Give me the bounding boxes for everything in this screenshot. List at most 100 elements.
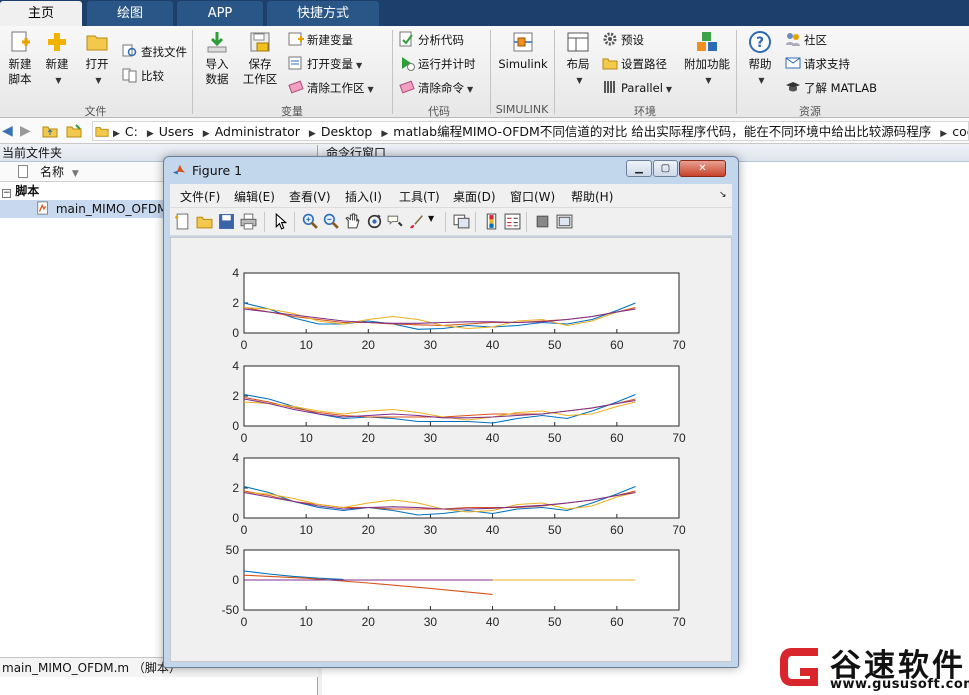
set-path-button[interactable]: 设置路径 — [602, 54, 667, 74]
menu-help[interactable]: 帮助(H) — [571, 188, 613, 205]
y-tick-label: 0 — [232, 326, 239, 340]
watermark-url: www.gususoft.com — [830, 677, 969, 692]
path-breadcrumb[interactable]: ▶ C: ▶ Users ▶ Administrator ▶ Desktop ▶ matl… — [92, 121, 969, 141]
layout-button[interactable]: 布局 ▼ — [558, 30, 598, 88]
breadcrumb-drive[interactable]: C: — [125, 124, 138, 139]
dock-arrow-icon[interactable]: ↘ — [719, 190, 727, 200]
print-icon[interactable] — [240, 213, 257, 230]
x-tick-label: 30 — [424, 431, 438, 445]
x-tick-label: 70 — [672, 431, 686, 445]
import-data-icon — [207, 32, 227, 53]
parallel-button[interactable]: Parallel ▼ — [602, 78, 672, 98]
clear-commands-button[interactable]: 清除命令 ▼ — [399, 78, 473, 98]
breadcrumb-code[interactable]: code — [952, 124, 968, 139]
zoom-out-icon[interactable] — [323, 213, 340, 230]
save-workspace-button[interactable]: 保存 工作区 — [240, 30, 280, 87]
link-plot-icon[interactable] — [453, 213, 470, 230]
new-figure-icon[interactable] — [174, 213, 191, 230]
breadcrumb-users[interactable]: Users — [159, 124, 194, 139]
analyze-code-button[interactable]: 分析代码 — [399, 30, 464, 50]
new-button[interactable]: 新建 ▼ — [37, 30, 77, 88]
browse-folder-icon[interactable] — [66, 123, 82, 139]
breadcrumb-project-folder[interactable]: matlab编程MIMO-OFDM不同信道的对比 给出实际程序代码，能在不同环境… — [393, 124, 931, 139]
y-tick-label: 2 — [232, 389, 239, 403]
tab-home[interactable]: 主页 — [0, 1, 82, 26]
maximize-button[interactable]: ▢ — [653, 160, 678, 177]
toolbar-divider — [294, 212, 295, 232]
pointer-icon[interactable] — [272, 213, 289, 230]
menu-window[interactable]: 窗口(W) — [510, 188, 555, 205]
learn-matlab-button[interactable]: 了解 MATLAB — [785, 78, 877, 98]
watermark: 谷速软件 www.gususoft.com — [772, 640, 969, 695]
maximize-icon: ▢ — [660, 163, 671, 174]
figure-title-bar[interactable]: Figure 1 ▁ ▢ ✕ — [164, 157, 738, 184]
preferences-button[interactable]: 预设 — [602, 30, 644, 50]
new-variable-button[interactable]: 新建变量 — [288, 30, 353, 50]
legend-icon[interactable] — [504, 213, 521, 230]
menu-file[interactable]: 文件(F) — [180, 188, 220, 205]
addons-button[interactable]: 附加功能 ▼ — [683, 30, 731, 88]
clear-workspace-button[interactable]: 清除工作区 ▼ — [288, 78, 374, 98]
compare-button[interactable]: 比较 — [122, 66, 164, 86]
y-tick-label: 4 — [232, 266, 239, 280]
data-cursor-icon[interactable] — [387, 213, 404, 230]
back-arrow-icon[interactable]: ◀ — [2, 123, 18, 139]
run-and-time-button[interactable]: 运行并计时 — [399, 54, 476, 74]
help-button[interactable]: ? 帮助 ▼ — [740, 30, 780, 88]
up-folder-icon[interactable] — [42, 123, 58, 139]
toolbar-divider — [445, 212, 446, 232]
new-script-label-1: 新建 — [8, 57, 32, 71]
x-tick-label: 40 — [486, 615, 500, 629]
rotate-icon[interactable] — [366, 213, 383, 230]
menu-view[interactable]: 查看(V) — [289, 188, 331, 205]
support-icon — [785, 57, 801, 69]
figure-canvas: 0 10 20 30 40 50 60 70 0 2 4 0 10 20 30 40 50 60 70 0 2 4 0 10 2… — [170, 237, 732, 662]
tab-plots[interactable]: 绘图 — [87, 1, 173, 26]
minimize-icon: ▁ — [635, 163, 643, 174]
find-files-button[interactable]: 查找文件 — [122, 42, 187, 62]
find-files-icon — [122, 44, 137, 57]
breadcrumb-separator: ▶ — [381, 129, 389, 139]
brush-dropdown-icon[interactable]: ▼ — [428, 214, 434, 223]
figure-title: Figure 1 — [192, 163, 243, 178]
import-data-button[interactable]: 导入 数据 — [197, 30, 237, 87]
tab-shortcuts[interactable]: 快捷方式 — [267, 1, 379, 26]
subplot-axes-2 — [243, 365, 680, 427]
save-icon[interactable] — [218, 213, 235, 230]
breadcrumb-separator: ▶ — [308, 129, 316, 139]
menu-edit[interactable]: 编辑(E) — [234, 188, 275, 205]
chevron-down-icon: ▼ — [467, 85, 474, 94]
menu-insert[interactable]: 插入(I) — [345, 188, 382, 205]
forward-arrow-icon[interactable]: ▶ — [20, 123, 36, 139]
clear-commands-icon — [399, 80, 415, 94]
save-workspace-label-2: 工作区 — [242, 72, 278, 86]
request-support-label: 请求支持 — [804, 57, 850, 71]
show-plot-tools-icon[interactable] — [556, 213, 573, 230]
figure-menu-bar: 文件(F) 编辑(E) 查看(V) 插入(I) 工具(T) 桌面(D) 窗口(W… — [170, 184, 732, 208]
pan-icon[interactable] — [344, 213, 361, 230]
new-script-button[interactable]: 新建 脚本 — [0, 30, 40, 87]
community-button[interactable]: 社区 — [785, 30, 827, 50]
collapse-icon[interactable]: − — [2, 189, 11, 198]
x-tick-label: 50 — [548, 431, 562, 445]
ribbon-divider — [192, 30, 193, 114]
menu-tools[interactable]: 工具(T) — [399, 188, 440, 205]
breadcrumb-administrator[interactable]: Administrator — [215, 124, 300, 139]
menu-desktop[interactable]: 桌面(D) — [453, 188, 496, 205]
gear-icon — [603, 32, 617, 46]
colorbar-icon[interactable] — [483, 213, 500, 230]
open-variable-button[interactable]: 打开变量 ▼ — [288, 54, 362, 74]
open-button[interactable]: 打开 ▼ — [77, 30, 117, 88]
open-file-icon[interactable] — [196, 213, 213, 230]
zoom-in-icon[interactable] — [302, 213, 319, 230]
close-button[interactable]: ✕ — [679, 160, 726, 177]
tab-apps[interactable]: APP — [177, 1, 263, 26]
breadcrumb-desktop[interactable]: Desktop — [321, 124, 373, 139]
x-tick-label: 60 — [610, 431, 624, 445]
simulink-button[interactable]: Simulink — [497, 30, 549, 72]
chevron-down-icon: ▼ — [95, 76, 102, 85]
minimize-button[interactable]: ▁ — [626, 160, 652, 177]
hide-plot-tools-icon[interactable] — [534, 213, 551, 230]
request-support-button[interactable]: 请求支持 — [785, 54, 850, 74]
brush-icon[interactable] — [408, 213, 425, 230]
